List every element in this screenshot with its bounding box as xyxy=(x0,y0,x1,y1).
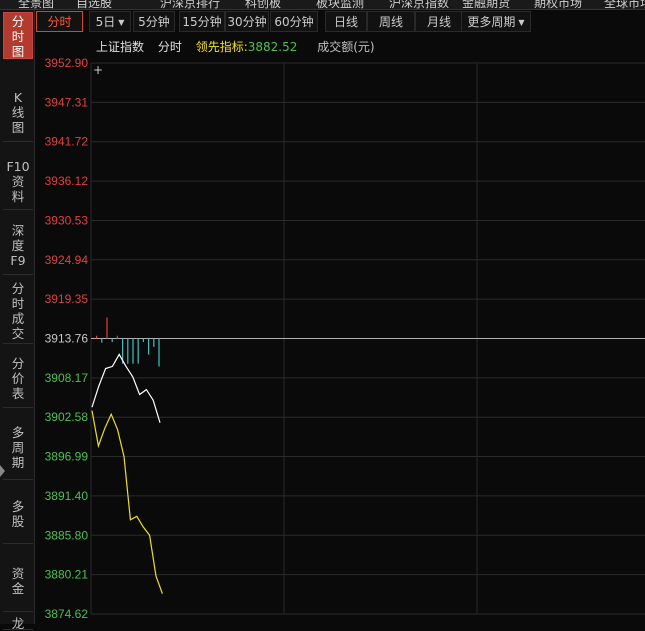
volume-label: 成交额(元) xyxy=(317,40,375,54)
sidebar-item-label: K线图 xyxy=(11,89,25,135)
tick-bar-1 xyxy=(101,338,103,343)
period-button-1[interactable]: 5日 ▼ xyxy=(89,11,131,32)
chevron-down-icon: ▼ xyxy=(518,18,525,27)
period-toolbar: 分时 5日 ▼ 5分钟 15分钟 30分钟 60分钟 日线 周线 月线 更多周期 ▼ xyxy=(36,11,645,33)
sidebar: 分时图 K 线图 F10 资料深度 F9 分时成交分价表多周期多股资金龙 xyxy=(0,10,35,631)
period-button-7[interactable]: 周线 xyxy=(367,11,415,32)
sidebar-item-2[interactable]: F10 资料 xyxy=(3,152,33,210)
period-button-8[interactable]: 月线 xyxy=(415,11,463,32)
y-tick-label: 3874.62 xyxy=(45,607,89,621)
sidebar-item-4[interactable]: 分时成交 xyxy=(3,278,33,344)
tick-bar-0 xyxy=(96,335,98,339)
crosshair-plus-icon[interactable]: + xyxy=(93,64,103,76)
period-button-2[interactable]: 5分钟 xyxy=(133,11,175,32)
sidebar-item-3[interactable]: 深度 F9 xyxy=(3,215,33,275)
y-tick-label: 3896.99 xyxy=(45,450,89,464)
y-tick-label: 3913.76 xyxy=(45,332,89,346)
top-tab-5[interactable]: 沪深京指数 xyxy=(389,0,449,9)
sidebar-item-8[interactable]: 资金 xyxy=(3,550,33,612)
y-tick-label: 3941.72 xyxy=(45,135,89,149)
period-button-label: 日线 xyxy=(333,15,358,29)
period-label: 分时 xyxy=(157,40,182,54)
y-tick-label: 3880.21 xyxy=(45,568,89,582)
y-tick-label: 3885.80 xyxy=(45,528,89,542)
sidebar-item-label: 分时成交 xyxy=(11,281,25,341)
tick-bar-12 xyxy=(158,338,160,367)
sidebar-item-5[interactable]: 分价表 xyxy=(3,348,33,408)
collapse-arrow-icon[interactable] xyxy=(0,465,5,477)
sidebar-item-9[interactable]: 龙 xyxy=(3,616,33,631)
period-button-label: 5分钟 xyxy=(138,15,170,29)
period-button-4[interactable]: 30分钟 xyxy=(225,11,269,32)
leading-indicator-label: 领先指标: xyxy=(195,40,248,54)
sidebar-item-6[interactable]: 多周期 xyxy=(3,414,33,480)
tick-bar-8 xyxy=(137,338,139,364)
top-tab-0[interactable]: 全景图 xyxy=(18,0,54,9)
index-name: 上证指数 xyxy=(96,40,145,54)
sidebar-item-label: 资金 xyxy=(11,566,25,596)
y-tick-label: 3891.40 xyxy=(45,489,89,503)
y-tick-label: 3936.12 xyxy=(45,174,89,188)
info-bar: 上证指数 分时 领先指标:3882.52 成交额(元) xyxy=(96,38,385,55)
y-tick-label: 3908.17 xyxy=(45,371,89,385)
period-button-5[interactable]: 60分钟 xyxy=(270,11,318,32)
y-tick-label: 3947.31 xyxy=(45,95,89,109)
sidebar-item-label: 深度 F9 xyxy=(10,222,26,268)
period-button-3[interactable]: 15分钟 xyxy=(179,11,225,32)
top-tab-4[interactable]: 板块监测 xyxy=(316,0,364,9)
sidebar-item-label: F10 资料 xyxy=(6,158,30,204)
top-tab-6[interactable]: 金融期货 xyxy=(462,0,510,9)
period-button-9[interactable]: 更多周期 ▼ xyxy=(461,11,531,32)
y-tick-label: 3952.90 xyxy=(45,56,89,70)
tick-bar-6 xyxy=(127,338,129,364)
chevron-down-icon: ▼ xyxy=(118,18,125,27)
period-button-6[interactable]: 日线 xyxy=(325,11,367,32)
top-tab-8[interactable]: 全球市场 xyxy=(604,0,645,9)
top-tab-1[interactable]: 自选股 xyxy=(76,0,112,9)
sidebar-item-7[interactable]: 多股 xyxy=(3,484,33,544)
period-button-label: 更多周期 xyxy=(467,15,516,29)
tick-bar-4 xyxy=(116,335,118,339)
top-tab-2[interactable]: 沪深京排行 xyxy=(160,0,220,9)
tick-bar-10 xyxy=(148,338,150,355)
sidebar-item-1[interactable]: K线图 xyxy=(3,82,33,142)
intraday-chart[interactable]: 3952.90 3947.31 3941.72 3936.12 3930.53 3924.… xyxy=(36,56,645,624)
tick-bar-11 xyxy=(153,338,155,347)
period-button-label: 5日 xyxy=(95,15,116,29)
period-button-label: 60分钟 xyxy=(274,15,314,29)
tick-bar-7 xyxy=(132,338,134,364)
leading-indicator-value: 3882.52 xyxy=(247,40,298,54)
top-tab-7[interactable]: 期权市场 xyxy=(534,0,582,9)
top-tab-bar: 全景图 自选股 沪深京排行 科创板 板块监测 沪深京指数 金融期货 期权市场 全球市场 xyxy=(0,0,645,10)
series-line-1 xyxy=(91,410,163,594)
period-button-label: 月线 xyxy=(426,15,451,29)
period-button-label: 周线 xyxy=(378,15,403,29)
tick-bar-2 xyxy=(106,317,108,339)
y-tick-label: 3902.58 xyxy=(45,410,89,424)
sidebar-item-label: 多周期 xyxy=(11,424,25,470)
sidebar-item-label: 分价表 xyxy=(11,355,25,401)
sidebar-item-label: 分时图 xyxy=(11,14,25,59)
y-tick-label: 3924.94 xyxy=(45,253,89,267)
top-tab-3[interactable]: 科创板 xyxy=(245,0,281,9)
y-tick-label: 3919.35 xyxy=(45,292,89,306)
period-button-0[interactable]: 分时 xyxy=(36,11,83,32)
sidebar-item-label: 多股 xyxy=(11,499,25,529)
y-tick-label: 3930.53 xyxy=(45,213,89,227)
tick-bar-3 xyxy=(111,338,113,342)
tick-bar-9 xyxy=(142,338,144,342)
period-button-label: 分时 xyxy=(47,15,72,29)
period-button-label: 30分钟 xyxy=(227,15,267,29)
series-line-0 xyxy=(91,353,161,423)
period-button-label: 15分钟 xyxy=(182,15,222,29)
sidebar-item-0[interactable]: 分时图 xyxy=(3,12,33,59)
